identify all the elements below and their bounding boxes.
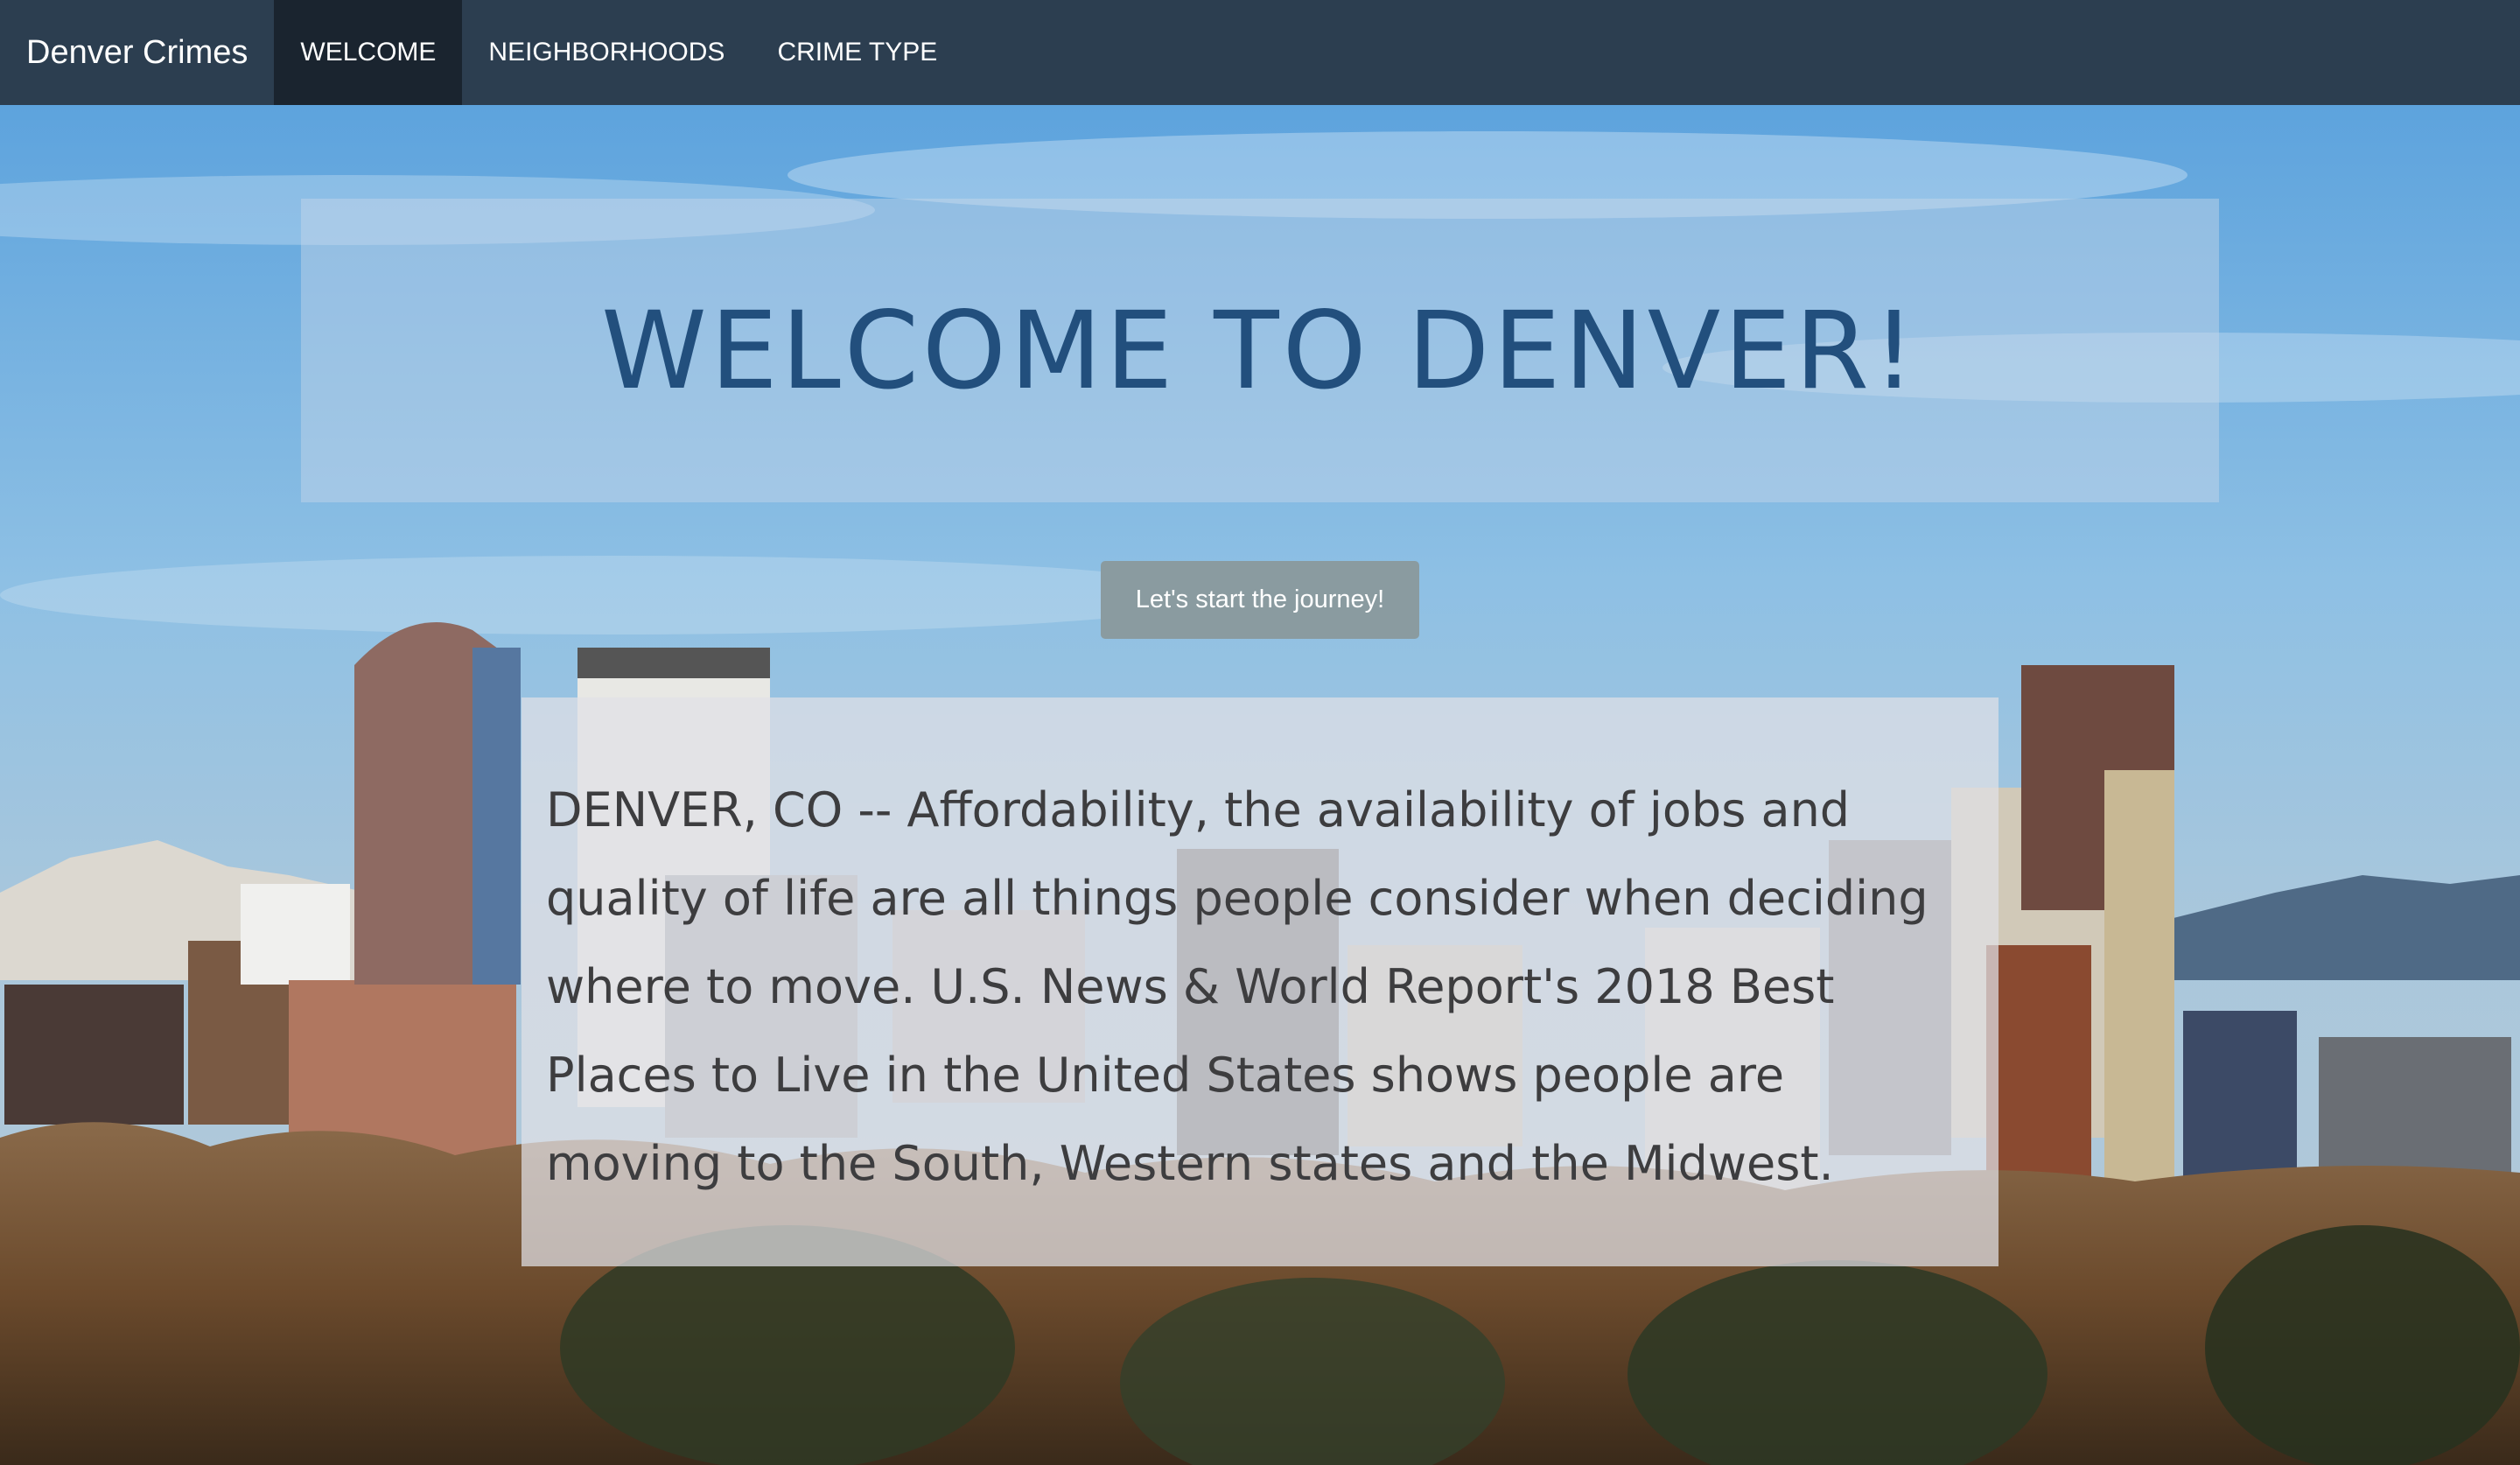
intro-article-text: DENVER, CO -- Affordability, the availab… — [546, 782, 1928, 1191]
top-navbar: Denver Crimes WELCOME NEIGHBORHOODS CRIM… — [0, 0, 2520, 105]
hero-banner: WELCOME TO DENVER! — [301, 199, 2219, 502]
start-journey-button[interactable]: Let's start the journey! — [1101, 561, 1419, 639]
nav-item-neighborhoods[interactable]: NEIGHBORHOODS — [462, 0, 751, 105]
intro-article-panel: DENVER, CO -- Affordability, the availab… — [522, 697, 1998, 1266]
nav-item-welcome[interactable]: WELCOME — [274, 0, 463, 105]
brand-link[interactable]: Denver Crimes — [0, 0, 274, 105]
hero-title: WELCOME TO DENVER! — [601, 288, 1919, 413]
nav-item-crime-type[interactable]: CRIME TYPE — [751, 0, 963, 105]
